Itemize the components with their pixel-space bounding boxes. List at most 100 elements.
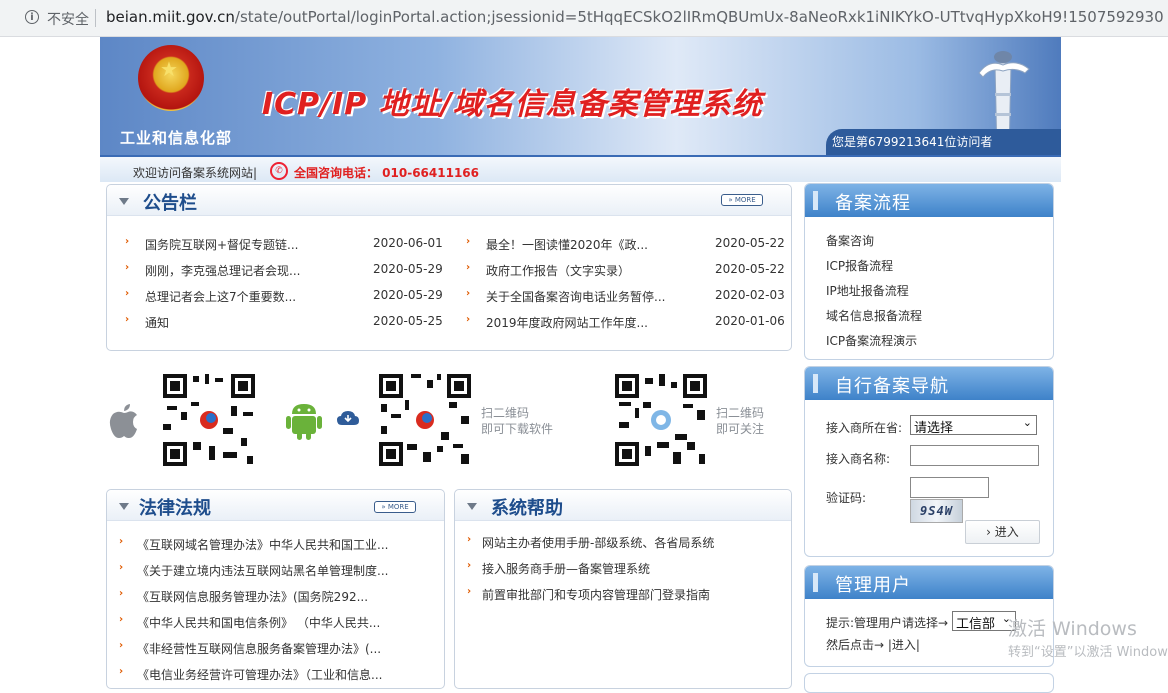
announcement-date: 2020-05-29: [373, 262, 443, 276]
arrow-icon: ›: [125, 314, 130, 325]
announcement-link[interactable]: 刚刚，李克强总理记者会现...: [145, 262, 300, 279]
provider-name-label: 接入商名称:: [826, 452, 891, 466]
announcement-date: 2020-02-03: [715, 288, 785, 302]
law-link[interactable]: 《关于建立境内违法互联网站黑名单管理制度...: [137, 562, 388, 579]
ministry-name: 工业和信息化部: [120, 129, 233, 147]
announcement-panel: 公告栏 » MORE › 国务院互联网+督促专题链... 2020-06-01 …: [106, 184, 792, 351]
windows-activation-title: 激活 Windows: [1008, 618, 1137, 640]
law-link[interactable]: 《中华人民共和国电信条例》 （中华人民共...: [137, 614, 380, 631]
next-panel-edge: [804, 673, 1054, 693]
collapse-triangle-icon: [119, 198, 129, 205]
apple-icon[interactable]: [108, 400, 140, 440]
announcement-date: 2020-05-29: [373, 288, 443, 302]
announcement-link[interactable]: 关于全国备案咨询电话业务暂停...: [486, 288, 665, 305]
process-header: 备案流程: [805, 184, 1053, 217]
enter-button[interactable]: › 进入: [965, 520, 1040, 544]
site-banner: ★ 工业和信息化部 ICP/IP 地址/域名信息备案管理系统 您是第679921…: [100, 37, 1061, 155]
admin-select[interactable]: 工信部 ⌄: [952, 611, 1016, 632]
announcement-link[interactable]: 2019年度政府网站工作年度...: [486, 314, 648, 331]
process-panel: 备案流程 备案咨询 ICP报备流程 IP地址报备流程 域名信息报备流程 ICP备…: [804, 183, 1054, 360]
cloud-download-icon[interactable]: [337, 410, 359, 426]
process-link[interactable]: 域名信息报备流程: [826, 307, 922, 324]
android-icon[interactable]: [286, 400, 322, 440]
province-select[interactable]: 请选择 ⌄: [910, 415, 1037, 436]
process-link[interactable]: ICP备案流程演示: [826, 332, 917, 349]
help-link[interactable]: 接入服务商手册—备案管理系统: [482, 560, 650, 577]
process-link[interactable]: 备案咨询: [826, 232, 874, 249]
help-link[interactable]: 前置审批部门和专项内容管理部门登录指南: [482, 586, 710, 603]
header-bar: [813, 374, 818, 393]
more-button[interactable]: » MORE: [374, 501, 416, 513]
province-label: 接入商所在省:: [826, 421, 903, 435]
header-bar: [813, 191, 818, 210]
law-link[interactable]: 《互联网域名管理办法》中华人民共和国工业...: [137, 536, 388, 553]
admin-prompt: 提示:管理用户请选择→: [826, 616, 949, 630]
captcha-input[interactable]: [910, 477, 989, 498]
process-title: 备案流程: [835, 193, 911, 214]
arrow-icon: ›: [466, 314, 471, 325]
qr-code-ios: [161, 372, 257, 468]
admin-then-click[interactable]: 然后点击→ |进入|: [826, 636, 920, 653]
url-text[interactable]: beian.miit.gov.cn/state/outPortal/loginP…: [106, 8, 1164, 26]
admin-title: 管理用户: [835, 575, 911, 596]
law-link[interactable]: 《非经营性互联网信息服务备案管理办法》(...: [137, 640, 381, 657]
arrow-icon: ›: [119, 588, 124, 599]
more-button[interactable]: » MORE: [721, 194, 763, 206]
announcement-date: 2020-06-01: [373, 236, 443, 250]
info-icon[interactable]: i: [25, 10, 39, 24]
arrow-icon: ›: [119, 666, 124, 677]
not-secure-label[interactable]: 不安全: [47, 9, 89, 29]
law-link[interactable]: 《互联网信息服务管理办法》(国务院292...: [137, 588, 368, 605]
self-nav-title: 自行备案导航: [835, 376, 949, 397]
help-title: 系统帮助: [491, 498, 563, 519]
arrow-icon: ›: [125, 262, 130, 273]
help-panel: 系统帮助 › 网站主办者使用手册-部级系统、各省局系统 › 接入服务商手册—备案…: [454, 489, 792, 689]
arrow-icon: ›: [467, 560, 472, 571]
welcome-bar: 欢迎访问备案系统网站| ✆ 全国咨询电话： 010-66411166: [100, 155, 1061, 182]
process-link[interactable]: ICP报备流程: [826, 257, 893, 274]
windows-activation-hint: 转到“设置”以激活 Windows。: [1008, 645, 1168, 660]
announcement-date: 2020-05-25: [373, 314, 443, 328]
laws-header: 法律法规 » MORE: [107, 490, 444, 521]
chevron-down-icon: ⌄: [1022, 416, 1032, 429]
announcement-date: 2020-05-22: [715, 236, 785, 250]
announcement-link[interactable]: 国务院互联网+督促专题链...: [145, 236, 299, 253]
browser-address-bar[interactable]: i 不安全 beian.miit.gov.cn/state/outPortal/…: [0, 0, 1168, 37]
laws-panel: 法律法规 » MORE › 《互联网域名管理办法》中华人民共和国工业... › …: [106, 489, 445, 689]
header-bar: [813, 573, 818, 592]
url-host: beian.miit.gov.cn: [106, 8, 235, 26]
provider-name-input[interactable]: [910, 445, 1039, 466]
scan-follow-text: 扫二维码 即可关注: [716, 406, 765, 436]
qr-code-wechat: [613, 372, 709, 468]
announcement-link[interactable]: 通知: [145, 314, 169, 331]
welcome-text: 欢迎访问备案系统网站|: [133, 166, 258, 180]
laws-title: 法律法规: [139, 498, 211, 519]
arrow-icon: ›: [466, 236, 471, 247]
self-nav-header: 自行备案导航: [805, 367, 1053, 400]
site-title: ICP/IP 地址/域名信息备案管理系统: [262, 87, 763, 122]
collapse-triangle-icon: [467, 503, 477, 510]
announcement-date: 2020-05-22: [715, 262, 785, 276]
announcement-date: 2020-01-06: [715, 314, 785, 328]
announcement-header: 公告栏 » MORE: [107, 185, 791, 216]
arrow-icon: ›: [119, 536, 124, 547]
help-link[interactable]: 网站主办者使用手册-部级系统、各省局系统: [482, 534, 714, 551]
announcement-link[interactable]: 最全！一图读懂2020年《政...: [486, 236, 648, 253]
visitor-counter: 您是第6799213641位访问者: [826, 129, 1061, 155]
captcha-label: 验证码:: [826, 491, 867, 505]
announcement-link[interactable]: 总理记者会上这7个重要数...: [145, 288, 296, 305]
qr-code-android: [377, 372, 473, 468]
law-link[interactable]: 《电信业务经营许可管理办法》（工业和信息...: [137, 666, 382, 683]
announcement-title: 公告栏: [143, 193, 197, 214]
process-link[interactable]: IP地址报备流程: [826, 282, 909, 299]
arrow-icon: ›: [467, 586, 472, 597]
arrow-icon: ›: [125, 236, 130, 247]
help-header: 系统帮助: [455, 490, 791, 521]
collapse-triangle-icon: [119, 503, 129, 510]
arrow-icon: ›: [466, 288, 471, 299]
self-nav-panel: 自行备案导航 接入商所在省: 请选择 ⌄ 接入商名称: 验证码: 9S4W › 进…: [804, 366, 1054, 557]
captcha-image[interactable]: 9S4W: [910, 499, 963, 523]
arrow-icon: ›: [467, 534, 472, 545]
admin-header: 管理用户: [805, 566, 1053, 599]
announcement-link[interactable]: 政府工作报告（文字实录）: [486, 262, 630, 279]
